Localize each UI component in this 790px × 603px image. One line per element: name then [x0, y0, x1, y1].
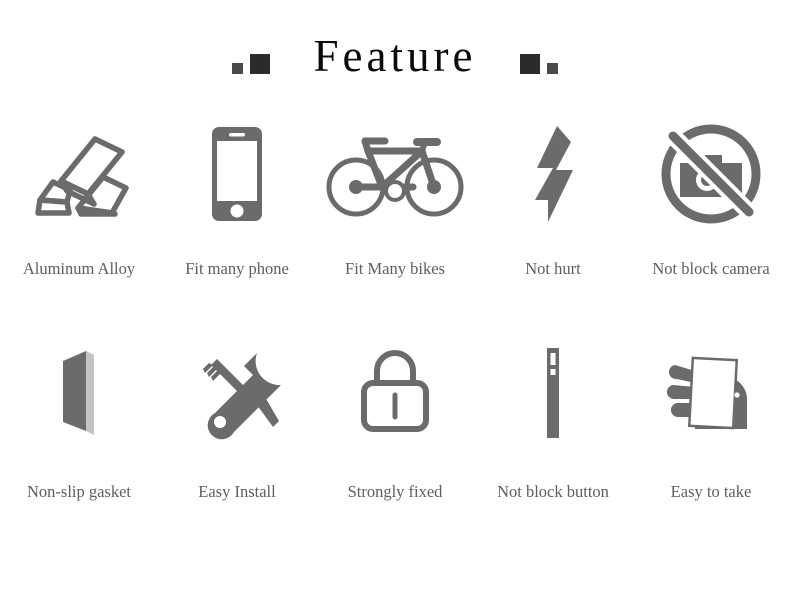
- feature-label: Fit many phone: [185, 259, 289, 278]
- feature-label: Aluminum Alloy: [22, 259, 136, 278]
- title-decoration-right: [520, 40, 559, 74]
- padlock-icon: [350, 335, 440, 450]
- deco-square-large-icon: [249, 54, 270, 74]
- phone-side-buttons-icon: [533, 335, 573, 450]
- wrench-screwdriver-icon: [187, 335, 287, 450]
- feature-row: Non-slip gasket Easy Install Strongly fi…: [0, 315, 790, 545]
- aluminum-bars-icon: [23, 116, 135, 231]
- feature-item-easy-install: Easy Install: [158, 315, 316, 545]
- deco-square-small-icon: [547, 63, 559, 74]
- feature-label: Not block camera: [652, 259, 770, 278]
- feature-item-non-slip-gasket: Non-slip gasket: [0, 315, 158, 545]
- feature-item-not-block-camera: Not block camera: [632, 100, 790, 315]
- feature-row: Aluminum Alloy Fit many phone Fit Many b…: [0, 100, 790, 315]
- hand-holding-phone-icon: [661, 335, 761, 450]
- feature-label: Not hurt: [525, 259, 581, 278]
- bicycle-icon: [325, 116, 465, 231]
- feature-grid: Aluminum Alloy Fit many phone Fit Many b…: [0, 100, 790, 545]
- feature-label: Easy to take: [670, 482, 752, 501]
- smartphone-icon: [208, 116, 266, 231]
- deco-square-large-icon: [520, 54, 541, 74]
- page-title: Feature: [313, 30, 477, 81]
- feature-item-not-block-button: Not block button: [474, 315, 632, 545]
- feature-label: Not block button: [497, 482, 609, 501]
- feature-item-strongly-fixed: Strongly fixed: [316, 315, 474, 545]
- feature-label: Non-slip gasket: [26, 482, 132, 501]
- feature-item-easy-to-take: Easy to take: [632, 315, 790, 545]
- feature-label: Easy Install: [198, 482, 276, 501]
- title-decoration-left: [231, 40, 270, 74]
- feature-label: Fit Many bikes: [345, 259, 445, 278]
- gasket-slab-icon: [49, 335, 109, 450]
- lightning-bolt-icon: [523, 116, 583, 231]
- feature-item-fit-many-phone: Fit many phone: [158, 100, 316, 315]
- feature-item-not-hurt: Not hurt: [474, 100, 632, 315]
- page-header: Feature: [0, 0, 790, 100]
- deco-square-small-icon: [231, 63, 243, 74]
- no-camera-icon: [656, 116, 766, 231]
- feature-item-aluminum-alloy: Aluminum Alloy: [0, 100, 158, 315]
- feature-item-fit-many-bikes: Fit Many bikes: [316, 100, 474, 315]
- feature-label: Strongly fixed: [347, 482, 443, 501]
